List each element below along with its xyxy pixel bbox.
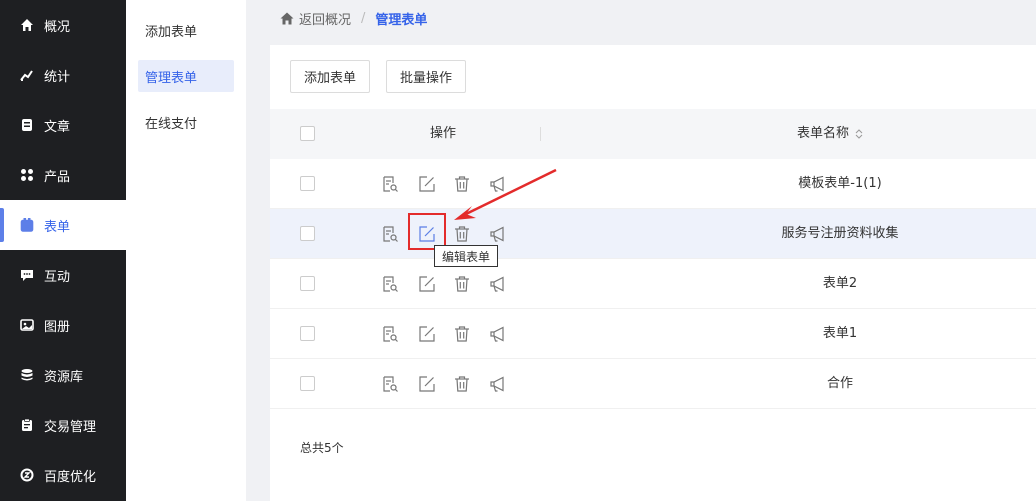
row-checkbox[interactable] — [300, 326, 315, 341]
preview-icon[interactable] — [380, 274, 400, 294]
delete-icon[interactable] — [452, 374, 472, 394]
table-row: 服务号注册资料收集 — [270, 209, 1036, 259]
nav-label: 百度优化 — [44, 469, 97, 485]
form-list-panel: 添加表单 批量操作 操作 表单名称 模板表单-1(1) 服务号注册资料收集 表单… — [270, 45, 1036, 501]
promote-icon[interactable] — [488, 274, 508, 294]
secondary-sidebar: 添加表单 管理表单 在线支付 — [126, 0, 246, 501]
home-icon — [20, 18, 34, 32]
nav-item-seo[interactable]: 百度优化 — [0, 450, 126, 500]
delete-icon[interactable] — [452, 324, 472, 344]
database-icon — [20, 368, 34, 382]
chart-icon — [20, 68, 34, 82]
primary-sidebar: 概况 统计 文章 产品 表单 互动 图册 资源库 交易管理 百度优化 — [0, 0, 126, 501]
article-icon — [20, 118, 34, 132]
promote-icon[interactable] — [488, 374, 508, 394]
order-icon — [20, 418, 34, 432]
form-name[interactable]: 服务号注册资料收集 — [690, 209, 990, 259]
delete-icon[interactable] — [452, 274, 472, 294]
breadcrumb-back-label: 返回概况 — [299, 12, 352, 28]
nav-label: 资源库 — [44, 369, 84, 385]
subnav-add-form[interactable]: 添加表单 — [138, 14, 234, 46]
edit-icon[interactable] — [417, 324, 437, 344]
nav-item-forms[interactable]: 表单 — [0, 200, 126, 250]
nav-label: 产品 — [44, 169, 71, 185]
nav-label: 交易管理 — [44, 419, 97, 435]
nav-item-products[interactable]: 产品 — [0, 150, 126, 200]
breadcrumb-separator: / — [361, 10, 366, 26]
nav-item-overview[interactable]: 概况 — [0, 0, 126, 50]
preview-icon[interactable] — [380, 374, 400, 394]
nav-label: 表单 — [44, 219, 71, 235]
column-divider — [540, 127, 541, 141]
home-icon — [280, 12, 294, 25]
breadcrumb-back[interactable]: 返回概况 — [280, 9, 351, 28]
nav-label: 统计 — [44, 69, 71, 85]
table-row: 合作 — [270, 359, 1036, 409]
preview-icon[interactable] — [380, 324, 400, 344]
annotation-arrow — [448, 166, 560, 228]
preview-icon[interactable] — [380, 224, 400, 244]
column-header-ops: 操作 — [430, 126, 457, 141]
edit-icon[interactable] — [417, 274, 437, 294]
nav-label: 互动 — [44, 269, 71, 285]
nav-item-articles[interactable]: 文章 — [0, 100, 126, 150]
promote-icon[interactable] — [488, 324, 508, 344]
seo-icon — [20, 468, 34, 482]
form-icon — [20, 218, 34, 232]
nav-item-album[interactable]: 图册 — [0, 300, 126, 350]
form-name[interactable]: 模板表单-1(1) — [690, 159, 990, 209]
preview-icon[interactable] — [380, 174, 400, 194]
batch-operation-button[interactable]: 批量操作 — [386, 60, 466, 93]
column-header-name-label: 表单名称 — [797, 126, 850, 141]
nav-label: 概况 — [44, 19, 71, 35]
subnav-online-payment[interactable]: 在线支付 — [138, 106, 234, 138]
breadcrumb: 返回概况 / 管理表单 — [280, 8, 427, 28]
album-icon — [20, 318, 34, 332]
chat-icon — [20, 268, 34, 282]
sort-icon[interactable] — [854, 128, 864, 140]
nav-item-resources[interactable]: 资源库 — [0, 350, 126, 400]
table-header: 操作 表单名称 — [270, 109, 1036, 159]
nav-item-interaction[interactable]: 互动 — [0, 250, 126, 300]
form-name[interactable]: 表单2 — [690, 259, 990, 309]
edit-icon[interactable] — [417, 374, 437, 394]
table-row: 模板表单-1(1) — [270, 159, 1036, 209]
edit-icon[interactable] — [417, 174, 437, 194]
row-checkbox[interactable] — [300, 376, 315, 391]
nav-label: 图册 — [44, 319, 71, 335]
table-row: 表单1 — [270, 309, 1036, 359]
form-name[interactable]: 合作 — [690, 359, 990, 409]
row-checkbox[interactable] — [300, 226, 315, 241]
total-count: 总共5个 — [300, 441, 344, 455]
add-form-button[interactable]: 添加表单 — [290, 60, 370, 93]
table-row: 表单2 — [270, 259, 1036, 309]
row-checkbox[interactable] — [300, 276, 315, 291]
breadcrumb-current: 管理表单 — [375, 12, 428, 28]
form-name[interactable]: 表单1 — [690, 309, 990, 359]
edit-form-tooltip: 编辑表单 — [434, 245, 498, 267]
column-header-name[interactable]: 表单名称 — [797, 109, 864, 159]
product-icon — [20, 168, 34, 182]
subnav-manage-forms[interactable]: 管理表单 — [138, 60, 234, 92]
select-all-checkbox[interactable] — [300, 126, 315, 141]
nav-label: 文章 — [44, 119, 71, 135]
row-checkbox[interactable] — [300, 176, 315, 191]
nav-item-transactions[interactable]: 交易管理 — [0, 400, 126, 450]
nav-item-stats[interactable]: 统计 — [0, 50, 126, 100]
